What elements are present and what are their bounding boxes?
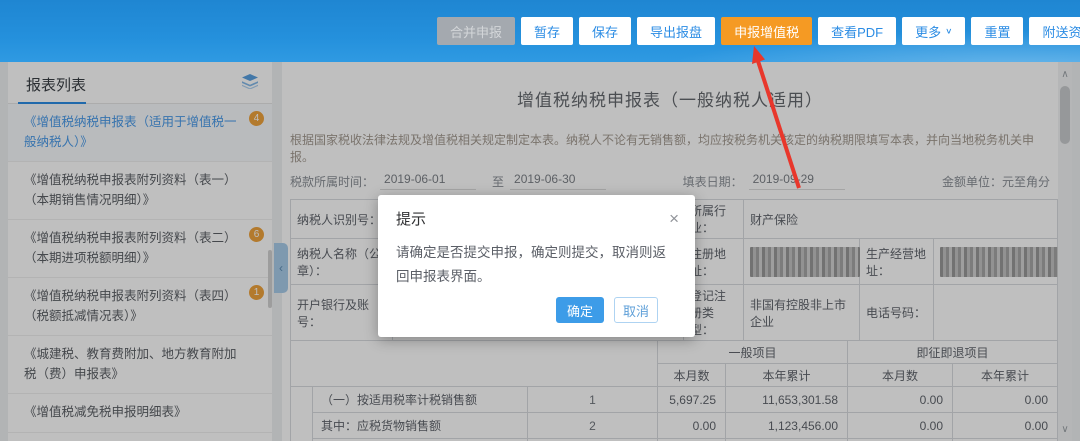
declare-vat-button[interactable]: 申报增值税 xyxy=(721,17,812,45)
cancel-button[interactable]: 取消 xyxy=(614,297,658,323)
dialog-message: 请确定是否提交申报，确定则提交，取消则返回申报表界面。 xyxy=(378,229,695,288)
dialog-header: 提示 × xyxy=(378,195,695,229)
confirm-button[interactable]: 确定 xyxy=(556,297,604,323)
temp-save-button[interactable]: 暂存 xyxy=(521,17,573,45)
confirm-submit-dialog: 提示 × 请确定是否提交申报，确定则提交，取消则返回申报表界面。 确定 取消 xyxy=(378,195,695,337)
close-icon[interactable]: × xyxy=(669,210,679,227)
more-button-label: 更多 xyxy=(915,22,941,41)
more-button[interactable]: 更多 ∨ xyxy=(902,17,965,45)
attach-material-button[interactable]: 附送资料 xyxy=(1029,17,1080,45)
top-bar: 合并申报 暂存 保存 导出报盘 申报增值税 查看PDF 更多 ∨ 重置 附送资料 xyxy=(0,0,1080,62)
merge-declare-button[interactable]: 合并申报 xyxy=(437,17,515,45)
toolbar: 合并申报 暂存 保存 导出报盘 申报增值税 查看PDF 更多 ∨ 重置 附送资料 xyxy=(437,17,1080,45)
chevron-down-icon: ∨ xyxy=(945,27,952,36)
save-button[interactable]: 保存 xyxy=(579,17,631,45)
dialog-footer: 确定 取消 xyxy=(556,297,658,323)
export-disk-button[interactable]: 导出报盘 xyxy=(637,17,715,45)
dialog-title: 提示 xyxy=(396,208,426,229)
view-pdf-button[interactable]: 查看PDF xyxy=(818,17,896,45)
reset-button[interactable]: 重置 xyxy=(971,17,1023,45)
